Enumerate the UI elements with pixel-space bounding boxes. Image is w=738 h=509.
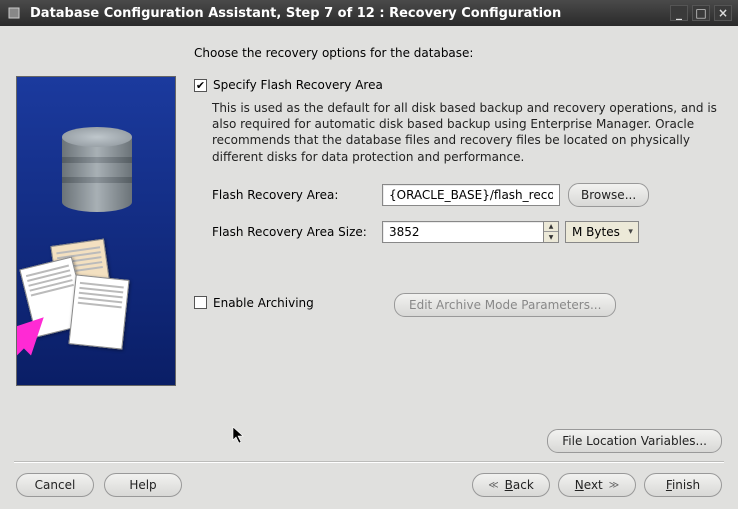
- archive-section: Enable Archiving Edit Archive Mode Param…: [194, 293, 722, 317]
- finish-button-label: Finish: [666, 478, 700, 492]
- next-button-label: Next: [575, 478, 603, 492]
- specify-fra-label: Specify Flash Recovery Area: [213, 78, 383, 92]
- fra-size-unit-select[interactable]: M Bytes: [565, 221, 639, 243]
- app-icon: [6, 5, 22, 21]
- minimize-button[interactable]: _: [670, 5, 688, 21]
- button-bar: Cancel Help ≪ Back Next ≫ Finish: [0, 463, 738, 509]
- help-button-label: Help: [129, 478, 156, 492]
- document-icon: [68, 274, 129, 349]
- cancel-button[interactable]: Cancel: [16, 473, 94, 497]
- edit-archive-params-button: Edit Archive Mode Parameters...: [394, 293, 616, 317]
- close-button[interactable]: ×: [714, 5, 732, 21]
- fra-path-input[interactable]: [382, 184, 560, 206]
- cancel-button-label: Cancel: [35, 478, 76, 492]
- edit-archive-params-label: Edit Archive Mode Parameters...: [409, 298, 601, 312]
- fra-size-spinner[interactable]: ▲ ▼: [543, 221, 559, 243]
- spinner-up-icon[interactable]: ▲: [544, 222, 558, 233]
- file-location-variables-label: File Location Variables...: [562, 434, 707, 448]
- content-area: Choose the recovery options for the data…: [0, 26, 738, 509]
- back-button[interactable]: ≪ Back: [472, 473, 550, 497]
- browse-button-label: Browse...: [581, 188, 636, 202]
- chevron-right-icon: ≫: [609, 480, 619, 491]
- database-cylinder-icon: [62, 127, 132, 217]
- help-button[interactable]: Help: [104, 473, 182, 497]
- file-location-variables-button[interactable]: File Location Variables...: [547, 429, 722, 453]
- main-area: Choose the recovery options for the data…: [0, 26, 738, 429]
- fra-path-row: Flash Recovery Area: Browse...: [212, 183, 722, 207]
- chevron-left-icon: ≪: [488, 480, 498, 491]
- fra-size-input[interactable]: [382, 221, 544, 243]
- maximize-button[interactable]: □: [692, 5, 710, 21]
- spinner-down-icon[interactable]: ▼: [544, 232, 558, 242]
- specify-fra-checkbox[interactable]: ✔: [194, 79, 207, 92]
- form-area: Choose the recovery options for the data…: [194, 40, 722, 419]
- page-heading: Choose the recovery options for the data…: [194, 46, 722, 60]
- fra-path-label: Flash Recovery Area:: [212, 188, 382, 202]
- dbca-window: Database Configuration Assistant, Step 7…: [0, 0, 738, 509]
- window-controls: _ □ ×: [670, 5, 732, 21]
- next-button[interactable]: Next ≫: [558, 473, 636, 497]
- enable-archiving-row: Enable Archiving: [194, 296, 394, 310]
- fra-size-label: Flash Recovery Area Size:: [212, 225, 382, 239]
- enable-archiving-label: Enable Archiving: [213, 296, 314, 310]
- specify-fra-row: ✔ Specify Flash Recovery Area: [194, 78, 722, 92]
- wizard-graphic: [16, 76, 176, 386]
- back-button-label: Back: [505, 478, 534, 492]
- window-title: Database Configuration Assistant, Step 7…: [30, 6, 670, 21]
- enable-archiving-checkbox[interactable]: [194, 296, 207, 309]
- titlebar: Database Configuration Assistant, Step 7…: [0, 0, 738, 26]
- browse-button[interactable]: Browse...: [568, 183, 649, 207]
- fra-size-row: Flash Recovery Area Size: ▲ ▼ M Bytes: [212, 221, 722, 243]
- finish-button[interactable]: Finish: [644, 473, 722, 497]
- fra-size-unit-value: M Bytes: [572, 225, 620, 239]
- file-location-row: File Location Variables...: [0, 429, 738, 461]
- specify-fra-description: This is used as the default for all disk…: [212, 100, 722, 165]
